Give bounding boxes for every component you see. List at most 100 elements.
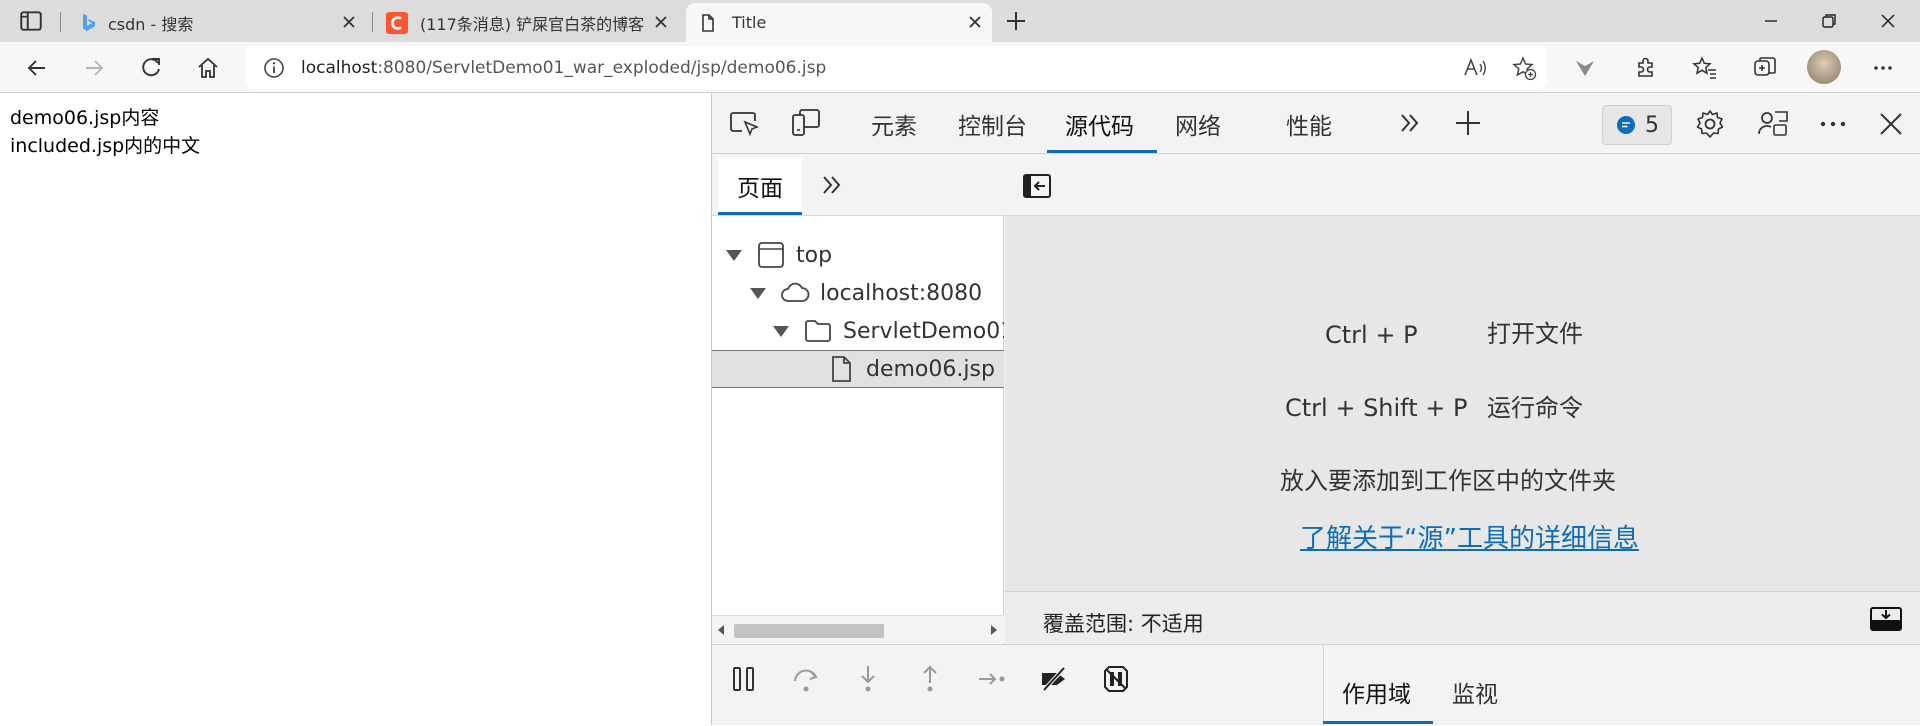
tab-csdn-search[interactable]: csdn - 搜索 [66,3,366,42]
document-icon [698,13,718,33]
add-favorite-icon[interactable] [1511,55,1537,81]
pause-icon[interactable] [728,663,760,695]
avatar[interactable] [1807,50,1841,84]
tab-elements[interactable]: 元素 [871,107,917,141]
back-icon[interactable] [24,55,50,81]
devtools-toolbar: 元素 控制台 源代码 网络 性能 5 [712,93,1920,154]
expand-arrow-icon[interactable] [773,325,789,337]
chat-bubble-icon [1615,114,1637,136]
debugger-toolbar: 作用域 监视 [712,644,1920,726]
tab-title-page[interactable]: Title [686,3,992,42]
tree-item-top[interactable]: top [712,236,1004,274]
drop-folder-hint: 放入要添加到工作区中的文件夹 [1280,467,1616,495]
shortcut-description: 打开文件 [1487,320,1583,348]
device-emulation-icon[interactable] [790,107,822,139]
tab-separator [60,12,61,32]
shortcut-keys: Ctrl + P [1325,321,1418,349]
more-tabs-icon[interactable] [816,169,848,201]
close-devtools-icon[interactable] [1875,108,1907,140]
refresh-icon[interactable] [138,55,164,81]
favorites-icon[interactable] [1692,55,1718,81]
tree-item-file[interactable]: demo06.jsp [712,350,1004,388]
shortcut-keys: Ctrl + Shift + P [1285,394,1468,422]
navigator-header: 页面 [712,154,1004,216]
deactivate-breakpoints-icon[interactable] [1038,663,1070,695]
expand-arrow-icon[interactable] [726,249,742,261]
tab-csdn-blog[interactable]: (117条消息) 铲屎官白茶的博客_C [378,3,678,42]
cloud-icon [780,278,810,308]
home-icon[interactable] [195,55,221,81]
expand-arrow-icon[interactable] [750,287,766,299]
scroll-right-icon[interactable] [991,625,997,635]
step-into-icon[interactable] [852,663,884,695]
editor-header [1005,154,1920,216]
coverage-status: 覆盖范围: 不适用 [1043,612,1204,636]
more-tabs-icon[interactable] [1394,107,1426,139]
restore-icon[interactable] [1818,10,1840,32]
url-host: localhost [301,58,378,78]
active-tab-indicator [718,212,802,215]
divider [1323,645,1324,726]
horizontal-scrollbar[interactable] [712,615,1004,643]
page-line: demo06.jsp内容 [10,107,160,129]
site-info-icon[interactable] [261,55,287,81]
browser-toolbar: localhost:8080/ServletDemo01_war_explode… [0,42,1920,93]
tab-console[interactable]: 控制台 [958,107,1027,141]
new-tab-icon[interactable] [1002,9,1030,33]
url-path: :8080/ServletDemo01_war_exploded/jsp/dem… [377,58,827,78]
toggle-navigator-icon[interactable] [1022,171,1052,201]
step-over-icon[interactable] [790,663,822,695]
close-tab-icon[interactable] [966,13,984,31]
scrollbar-thumb[interactable] [734,624,884,638]
collections-icon[interactable] [1752,55,1778,81]
tab-title: Title [732,13,767,32]
tab-network[interactable]: 网络 [1175,107,1221,141]
show-drawer-icon[interactable] [1869,606,1903,632]
scroll-left-icon[interactable] [718,625,724,635]
tab-separator [372,12,373,32]
browser-tab-strip: csdn - 搜索 (117条消息) 铲屎官白茶的博客_C Title [0,0,1920,42]
tab-sources[interactable]: 源代码 [1065,107,1134,141]
tree-item-folder[interactable]: ServletDemo01 [712,312,1004,350]
add-tool-icon[interactable] [1452,107,1484,139]
url-text[interactable]: localhost:8080/ServletDemo01_war_explode… [301,58,826,78]
issues-counter-button[interactable]: 5 [1602,105,1672,145]
address-bar[interactable]: localhost:8080/ServletDemo01_war_explode… [245,46,1547,89]
tab-actions-icon[interactable] [18,8,44,34]
inspect-element-icon[interactable] [728,107,760,139]
more-options-icon[interactable] [1870,55,1896,81]
tree-item-host[interactable]: localhost:8080 [712,274,1004,312]
tab-page[interactable]: 页面 [718,158,802,214]
tab-scope[interactable]: 作用域 [1342,675,1411,709]
extension-v-icon[interactable] [1572,55,1598,81]
minimize-icon[interactable] [1760,10,1782,32]
tree-item-label: localhost:8080 [820,280,983,306]
tab-performance[interactable]: 性能 [1286,107,1332,141]
devtools-panel: 元素 控制台 源代码 网络 性能 5 页面 top localhost:8080… [711,93,1920,726]
learn-more-link[interactable]: 了解关于“源”工具的详细信息 [1300,518,1639,555]
close-tab-icon[interactable] [340,13,358,31]
frame-icon [756,240,786,270]
pause-on-exceptions-icon[interactable] [1100,663,1132,695]
step-icon[interactable] [976,663,1008,695]
issues-count: 5 [1645,112,1659,138]
close-tab-icon[interactable] [652,13,670,31]
page-line: included.jsp内的中文 [10,135,201,157]
more-options-icon[interactable] [1817,108,1849,140]
extensions-icon[interactable] [1632,55,1658,81]
tree-item-label: top [796,242,833,268]
close-window-icon[interactable] [1877,10,1899,32]
tab-title: csdn - 搜索 [108,14,194,34]
read-aloud-icon[interactable] [1462,55,1488,81]
csdn-icon [386,11,408,34]
customize-icon[interactable] [1757,108,1789,140]
step-out-icon[interactable] [914,663,946,695]
tree-item-label: demo06.jsp [866,356,995,382]
tab-watch[interactable]: 监视 [1452,675,1498,709]
forward-icon[interactable] [81,55,107,81]
shortcut-description: 运行命令 [1487,394,1583,422]
folder-icon [803,316,833,346]
settings-gear-icon[interactable] [1694,108,1726,140]
file-icon [826,354,856,384]
sources-editor: Ctrl + P 打开文件 Ctrl + Shift + P 运行命令 放入要添… [1005,154,1920,644]
